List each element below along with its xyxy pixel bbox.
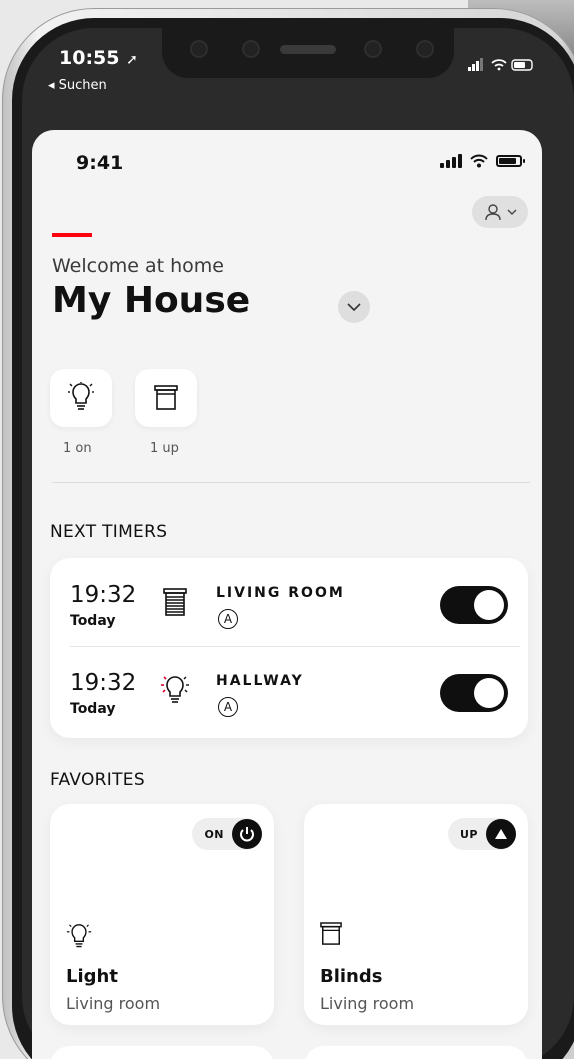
signal-icon (440, 154, 462, 168)
location-arrow-icon: ➚ (126, 52, 138, 68)
notch (162, 28, 454, 78)
status-bar: 9:41 (32, 130, 542, 190)
blinds-icon (154, 385, 178, 410)
wifi-icon (470, 154, 488, 168)
status-time: 9:41 (76, 152, 124, 174)
timer-toggle[interactable] (440, 586, 508, 624)
status-icons (440, 154, 525, 168)
outer-status-time: 10:55 ➚ (59, 47, 138, 69)
divider (52, 482, 530, 483)
profile-menu-button[interactable] (472, 196, 528, 228)
speaker-grill (280, 45, 336, 54)
timer-row[interactable]: 19:32 Today LIVING ROOM A (50, 558, 528, 647)
auto-mode-icon: A (218, 609, 238, 629)
battery-icon (496, 155, 525, 167)
arrow-up-icon (486, 819, 516, 849)
favorite-room: Living room (320, 994, 415, 1013)
app-screen: 9:41 Welcome at home My House 1 on 1 up … (32, 130, 542, 1059)
timer-toggle[interactable] (440, 674, 508, 712)
chevron-down-icon (347, 303, 361, 312)
lightbulb-icon (160, 674, 190, 708)
accent-bar (52, 233, 92, 237)
house-selector-button[interactable] (338, 291, 370, 323)
timers-section-title: NEXT TIMERS (50, 522, 168, 542)
favorite-name: Light (66, 966, 118, 987)
sensor-icon (418, 42, 432, 56)
camera-icon (366, 42, 380, 56)
timer-day: Today (70, 613, 116, 629)
favorite-name: Blinds (320, 966, 383, 987)
quick-blinds-button[interactable] (135, 369, 197, 427)
timer-room-name: LIVING ROOM (216, 585, 345, 601)
favorite-room: Living room (66, 994, 161, 1013)
timer-row[interactable]: 19:32 Today HALLWAY A (50, 646, 528, 734)
outer-status-icons (468, 58, 538, 75)
house-name: My House (52, 280, 251, 321)
quick-lights-label: 1 on (63, 441, 92, 456)
back-to-search-link[interactable]: ◂ Suchen (48, 78, 107, 93)
power-icon (232, 819, 262, 849)
lightbulb-icon (68, 382, 94, 410)
auto-mode-icon: A (218, 697, 238, 717)
quick-blinds-label: 1 up (150, 441, 179, 456)
favorite-card-blinds[interactable]: UP Blinds Living room (304, 804, 528, 1025)
blinds-up-button[interactable]: UP (448, 818, 516, 850)
timers-card: 19:32 Today LIVING ROOM A 19:32 Today HA… (50, 558, 528, 738)
favorite-card-partial[interactable] (50, 1046, 274, 1059)
welcome-text: Welcome at home (52, 255, 224, 277)
chevron-down-icon (507, 209, 517, 215)
lightbulb-icon (66, 922, 92, 952)
timer-room-name: HALLWAY (216, 673, 304, 689)
light-power-button[interactable]: ON (192, 818, 262, 850)
favorites-section-title: FAVORITES (50, 770, 145, 790)
blinds-icon (320, 922, 346, 952)
quick-lights-button[interactable] (50, 369, 112, 427)
light-state-label: ON (204, 827, 224, 841)
user-icon (485, 204, 501, 221)
timer-day: Today (70, 701, 116, 717)
timer-time: 19:32 (70, 582, 137, 608)
signal-wifi-battery-icon (468, 58, 533, 71)
favorite-card-partial[interactable] (304, 1046, 528, 1059)
outer-time-text: 10:55 (59, 47, 120, 69)
sensor-icon (244, 42, 258, 56)
blinds-icon (160, 586, 190, 620)
favorite-card-light[interactable]: ON Light Living room (50, 804, 274, 1025)
sensor-icon (192, 42, 206, 56)
blinds-state-label: UP (460, 827, 478, 841)
timer-time: 19:32 (70, 670, 137, 696)
